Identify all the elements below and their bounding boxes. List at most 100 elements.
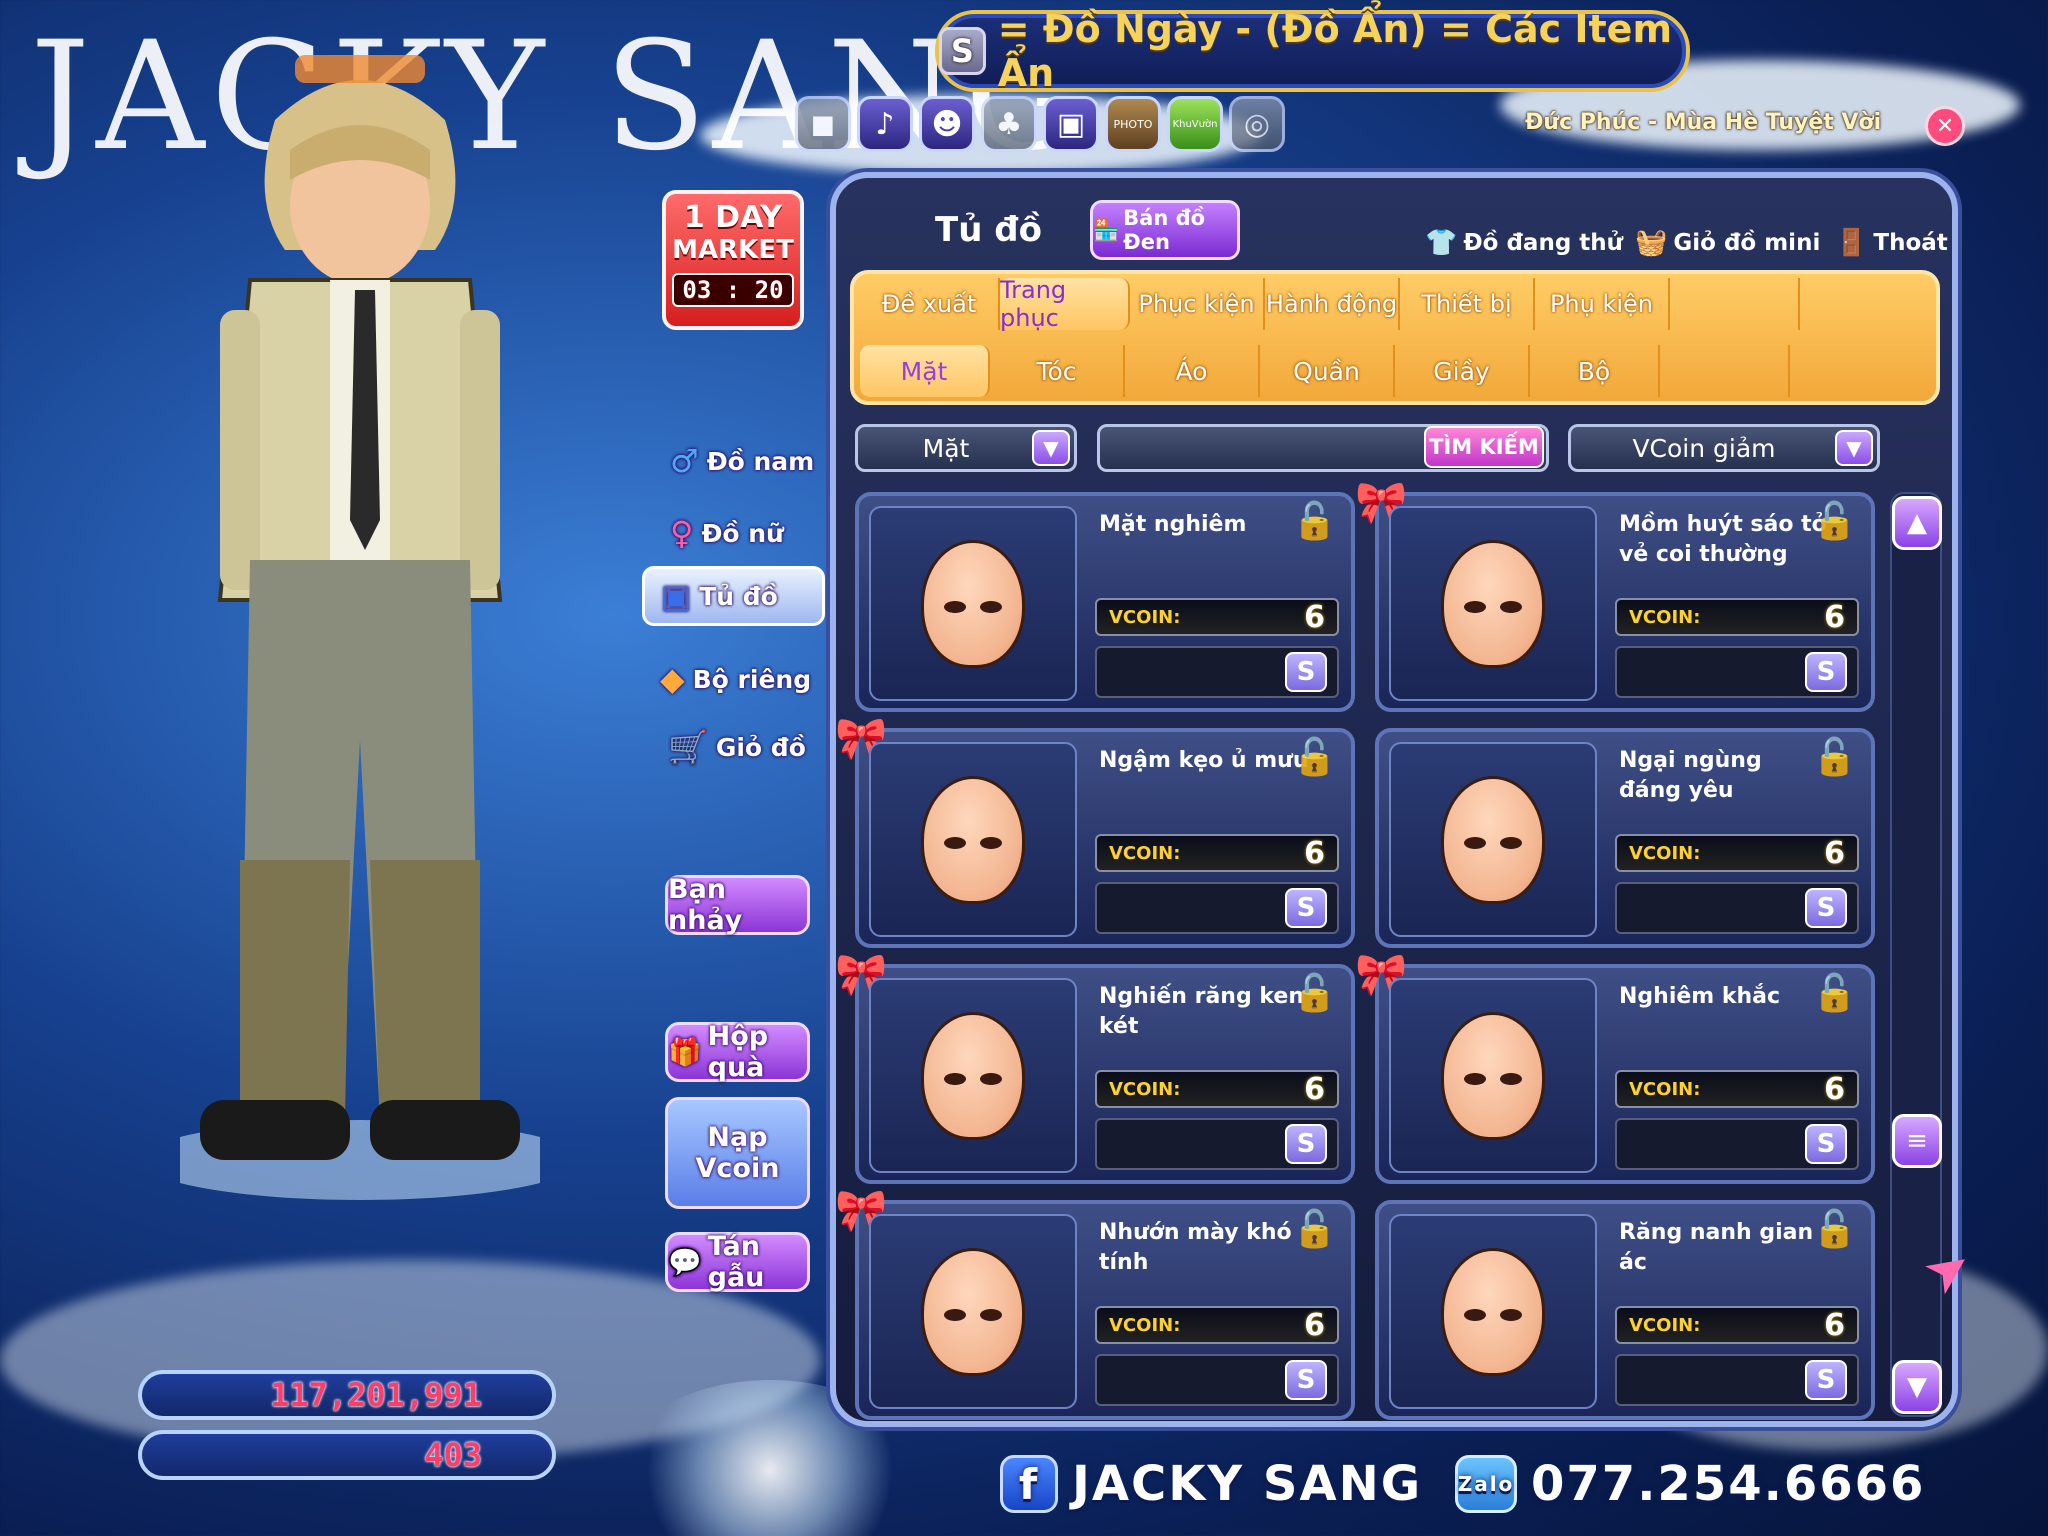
subtab-empty bbox=[1660, 345, 1790, 397]
price-bar: VCOIN: 6 bbox=[1095, 1070, 1339, 1108]
item-card[interactable]: Ngại ngùng đáng yêu 🔓 VCOIN: 6 S bbox=[1375, 728, 1875, 948]
search-button[interactable]: TÌM KIẾM bbox=[1424, 426, 1544, 468]
close-icon[interactable]: ✕ bbox=[1925, 106, 1965, 146]
buy-s-button[interactable]: S bbox=[1805, 1360, 1847, 1400]
item-name: Răng nanh gian ác bbox=[1619, 1220, 1814, 1275]
tab-de-xuat[interactable]: Đề xuất bbox=[860, 278, 1000, 330]
footer-facebook: f JACKY SANG bbox=[1000, 1455, 1422, 1513]
chevron-down-icon: ▼ bbox=[1835, 430, 1873, 466]
bag-icon[interactable]: ◼ bbox=[795, 96, 851, 152]
tab-trang-phuc[interactable]: Trang phục bbox=[1000, 276, 1130, 332]
s-badge-icon: S bbox=[939, 27, 986, 75]
fish-icon[interactable]: ☻ bbox=[919, 96, 975, 152]
face-thumbnail bbox=[1441, 1011, 1545, 1140]
price-bar: VCOIN: 6 bbox=[1615, 1306, 1859, 1344]
buy-row: S bbox=[1615, 1354, 1859, 1406]
subtab-quan[interactable]: Quần bbox=[1260, 345, 1395, 397]
zalo-icon: Zalo bbox=[1455, 1455, 1517, 1513]
buy-row: S bbox=[1095, 1118, 1339, 1170]
item-name: Nghiến răng ken két bbox=[1099, 984, 1304, 1039]
item-name: Ngậm kẹo ủ mưu bbox=[1099, 748, 1309, 773]
garden-icon[interactable]: KhuVườn bbox=[1167, 96, 1223, 152]
buy-s-button[interactable]: S bbox=[1805, 1124, 1847, 1164]
footer-zalo: Zalo 077.254.6666 bbox=[1455, 1455, 1925, 1513]
tv-icon[interactable]: ▣ bbox=[1043, 96, 1099, 152]
trying-on-link[interactable]: 👕 Đồ đang thử bbox=[1425, 228, 1623, 258]
player-avatar[interactable] bbox=[180, 40, 540, 1200]
buy-s-button[interactable]: S bbox=[1285, 652, 1327, 692]
mask-icon[interactable]: ♣ bbox=[981, 96, 1037, 152]
hidden-items-button[interactable]: 🏪 Bán đồ Đen bbox=[1090, 200, 1240, 260]
vcoin-counter: 403 bbox=[138, 1430, 556, 1480]
subtab-giay[interactable]: Giầy bbox=[1395, 345, 1530, 397]
lock-icon: 🔓 bbox=[1812, 1209, 1857, 1250]
basket-icon: 🧺 bbox=[1635, 228, 1668, 258]
face-thumbnail bbox=[1441, 775, 1545, 904]
wardrobe-icon: ▣ bbox=[661, 577, 692, 615]
subtab-ao[interactable]: Áo bbox=[1125, 345, 1260, 397]
side-menu-tu-do[interactable]: ▣ Tủ đồ bbox=[642, 566, 825, 626]
face-preview bbox=[1389, 1214, 1597, 1409]
face-thumbnail bbox=[921, 1247, 1025, 1376]
lock-icon: 🔓 bbox=[1292, 501, 1337, 542]
scroll-down-icon[interactable]: ▼ bbox=[1892, 1360, 1942, 1414]
item-card[interactable]: 🎀 Ngậm kẹo ủ mưu 🔓 VCOIN: 6 S bbox=[835, 714, 1355, 948]
price-bar: VCOIN: 6 bbox=[1095, 598, 1339, 636]
side-menu-do-nu[interactable]: ♀ Đồ nữ bbox=[670, 514, 784, 552]
buy-s-button[interactable]: S bbox=[1285, 1360, 1327, 1400]
exit-link[interactable]: 🚪 Thoát bbox=[1835, 228, 1948, 258]
horn-icon[interactable]: ♪ bbox=[857, 96, 913, 152]
chat-icon: 💬 bbox=[668, 1247, 702, 1278]
gift-box-button[interactable]: 🎁 Hộp quà bbox=[665, 1021, 810, 1083]
shop-icon: 🏪 bbox=[1093, 217, 1120, 242]
item-card[interactable]: 🎀 Mồm huýt sáo tỏ vẻ coi thường 🔓 VCOIN:… bbox=[1355, 478, 1875, 712]
side-menu-bo-rieng[interactable]: ◆ Bộ riêng bbox=[660, 660, 811, 698]
subtab-toc[interactable]: Tóc bbox=[990, 345, 1125, 397]
subtab-mat[interactable]: Mặt bbox=[860, 345, 990, 397]
item-legend-banner: S = Đồ Ngày - (Đồ Ẩn) = Các Item Ẩn bbox=[935, 7, 1690, 95]
spiral-icon[interactable]: ◎ bbox=[1229, 96, 1285, 152]
buy-row: S bbox=[1095, 646, 1339, 698]
buy-s-button[interactable]: S bbox=[1805, 888, 1847, 928]
buy-s-button[interactable]: S bbox=[1285, 888, 1327, 928]
buy-s-button[interactable]: S bbox=[1805, 652, 1847, 692]
market-timer: 03 : 20 bbox=[672, 273, 794, 307]
item-grid: Mặt nghiêm 🔓 VCOIN: 6 S 🎀 Mồm huýt sáo tỏ… bbox=[835, 478, 1880, 1420]
item-name: Ngại ngùng đáng yêu bbox=[1619, 748, 1762, 803]
item-name: Mặt nghiêm bbox=[1099, 512, 1247, 537]
face-thumbnail bbox=[1441, 1247, 1545, 1376]
scroll-up-icon[interactable]: ▲ bbox=[1892, 496, 1942, 550]
chat-button[interactable]: 💬 Tán gẫu bbox=[665, 1231, 810, 1293]
dance-partner-button[interactable]: Bạn nhảy bbox=[665, 874, 810, 936]
item-card[interactable]: 🎀 Nhướn mày khó tính 🔓 VCOIN: 6 S bbox=[835, 1186, 1355, 1420]
tab-hanh-dong[interactable]: Hành động bbox=[1265, 278, 1400, 330]
buy-s-button[interactable]: S bbox=[1285, 1124, 1327, 1164]
one-day-market-button[interactable]: 1 DAY MARKET 03 : 20 bbox=[662, 190, 804, 330]
side-menu-gio-do[interactable]: 🛒 Giỏ đồ bbox=[668, 728, 806, 766]
sort-select[interactable]: VCoin giảm ▼ bbox=[1568, 424, 1880, 472]
photo-icon[interactable]: PHOTO bbox=[1105, 96, 1161, 152]
tab-phu-kien[interactable]: Phụ kiện bbox=[1535, 278, 1670, 330]
sub-tabs: Mặt Tóc Áo Quần Giầy Bộ bbox=[860, 345, 1790, 397]
lock-icon: 🔓 bbox=[1812, 737, 1857, 778]
shirt-icon: 👕 bbox=[1425, 228, 1458, 258]
item-name: Nhướn mày khó tính bbox=[1099, 1220, 1292, 1275]
item-card[interactable]: Mặt nghiêm 🔓 VCOIN: 6 S bbox=[855, 492, 1355, 712]
tab-phuc-kien[interactable]: Phục kiện bbox=[1130, 278, 1265, 330]
subtab-bo[interactable]: Bộ bbox=[1530, 345, 1660, 397]
door-icon: 🚪 bbox=[1835, 228, 1868, 258]
item-card[interactable]: Răng nanh gian ác 🔓 VCOIN: 6 S bbox=[1375, 1200, 1875, 1420]
tab-thiet-bi[interactable]: Thiết bị bbox=[1400, 278, 1535, 330]
facebook-icon: f bbox=[1000, 1455, 1058, 1513]
side-menu-do-nam[interactable]: ♂ Đồ nam bbox=[670, 442, 814, 480]
item-card[interactable]: 🎀 Nghiến răng ken két 🔓 VCOIN: 6 S bbox=[835, 950, 1355, 1184]
lock-icon: 🔓 bbox=[1292, 1209, 1337, 1250]
price-bar: VCOIN: 6 bbox=[1615, 1070, 1859, 1108]
category-select[interactable]: Mặt ▼ bbox=[855, 424, 1077, 472]
item-card[interactable]: 🎀 Nghiêm khắc 🔓 VCOIN: 6 S bbox=[1355, 950, 1875, 1184]
mini-cart-link[interactable]: 🧺 Giỏ đồ mini bbox=[1635, 228, 1820, 258]
face-preview bbox=[1389, 506, 1597, 701]
lock-icon: 🔓 bbox=[1292, 737, 1337, 778]
scroll-thumb-icon[interactable]: ≡ bbox=[1892, 1114, 1942, 1168]
top-up-vcoin-button[interactable]: Nạp Vcoin bbox=[665, 1097, 810, 1209]
